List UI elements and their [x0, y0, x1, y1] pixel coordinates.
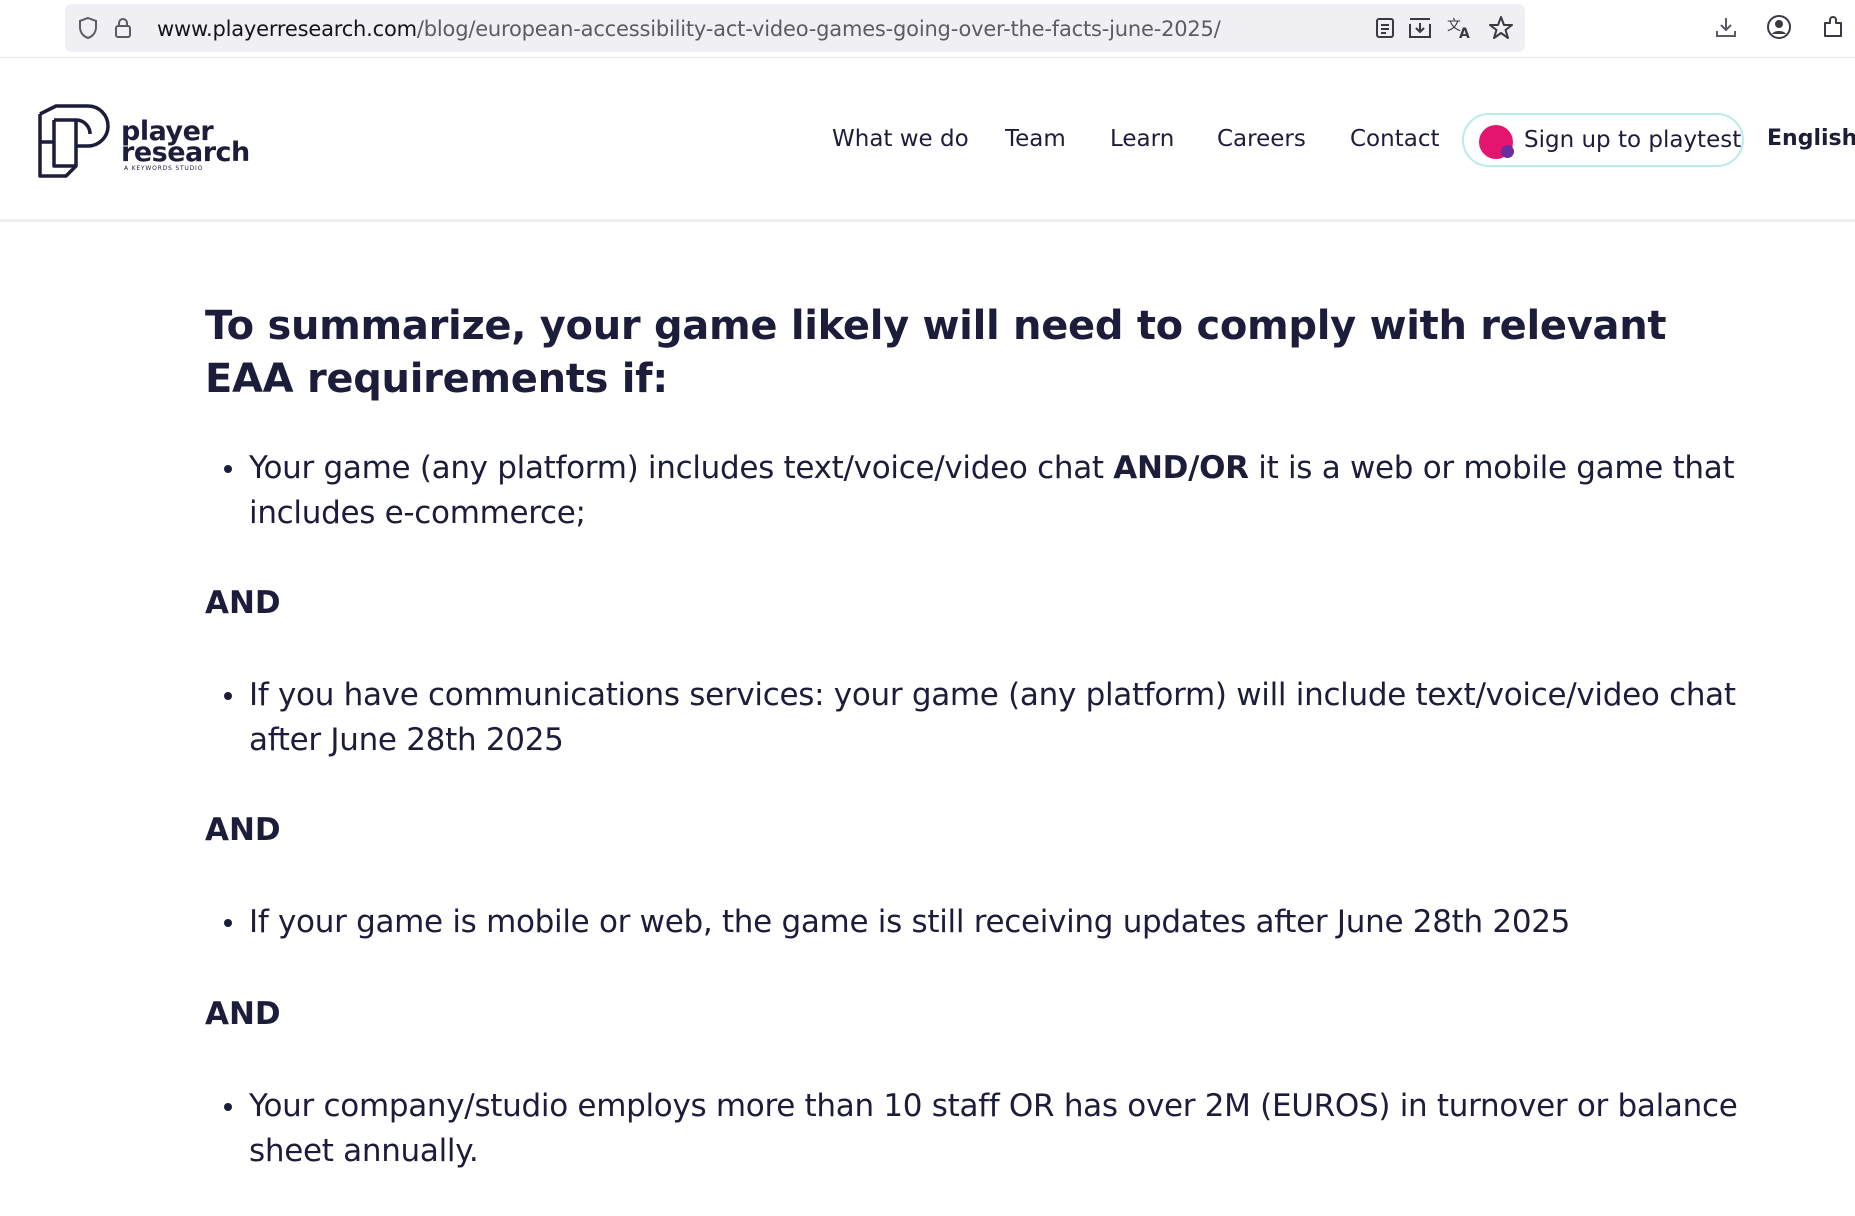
logo-mark-icon: [38, 104, 110, 178]
bullet1-bold: AND/OR: [1113, 450, 1249, 486]
save-page-icon[interactable]: [1405, 16, 1435, 40]
logo-subtitle: A KEYWORDS STUDIO: [124, 165, 204, 172]
list-item: If your game is mobile or web, the game …: [205, 900, 1785, 945]
shield-icon[interactable]: [76, 16, 100, 40]
and-label: AND: [205, 996, 281, 1032]
nav-team[interactable]: Team: [1005, 126, 1066, 152]
nav-contact[interactable]: Contact: [1350, 126, 1439, 152]
list-item: If you have communications services: you…: [205, 673, 1785, 763]
lock-icon[interactable]: [111, 16, 135, 40]
and-label: AND: [205, 812, 281, 848]
downloads-icon[interactable]: [1713, 14, 1739, 40]
nav-careers[interactable]: Careers: [1217, 126, 1306, 152]
playtest-label: Sign up to playtest: [1524, 127, 1742, 153]
player-research-logo[interactable]: player research A KEYWORDS STUDIO: [38, 102, 250, 182]
url-text[interactable]: www.playerresearch.com/blog/european-acc…: [157, 17, 1221, 41]
address-bar[interactable]: www.playerresearch.com/blog/european-acc…: [65, 4, 1525, 52]
browser-toolbar: www.playerresearch.com/blog/european-acc…: [0, 0, 1855, 58]
logo-word-research: research: [121, 137, 250, 168]
account-icon[interactable]: [1766, 14, 1792, 40]
language-selector[interactable]: English /: [1767, 126, 1855, 151]
extensions-icon[interactable]: [1820, 14, 1846, 40]
list-item: Your game (any platform) includes text/v…: [205, 446, 1785, 536]
translate-icon[interactable]: 文A: [1445, 16, 1475, 40]
url-path: /blog/european-accessibility-act-video-g…: [416, 17, 1221, 41]
nav-what-we-do[interactable]: What we do: [832, 126, 969, 152]
url-host: www.playerresearch.com: [157, 17, 417, 41]
playtest-dot-icon: [1479, 125, 1514, 159]
svg-text:A: A: [1459, 26, 1470, 40]
site-header: player research A KEYWORDS STUDIO What w…: [0, 58, 1855, 222]
nav-learn[interactable]: Learn: [1110, 126, 1174, 152]
bullet1-text-a: Your game (any platform) includes text/v…: [249, 450, 1114, 486]
reader-view-icon[interactable]: [1373, 16, 1397, 40]
section-heading: To summarize, your game likely will need…: [205, 303, 1667, 402]
sign-up-playtest-button[interactable]: Sign up to playtest: [1462, 113, 1744, 167]
list-item: Your company/studio employs more than 10…: [205, 1084, 1785, 1174]
article-content: To summarize, your game likely will need…: [205, 300, 1785, 1174]
and-label: AND: [205, 585, 281, 621]
bookmark-star-icon[interactable]: [1487, 16, 1515, 40]
